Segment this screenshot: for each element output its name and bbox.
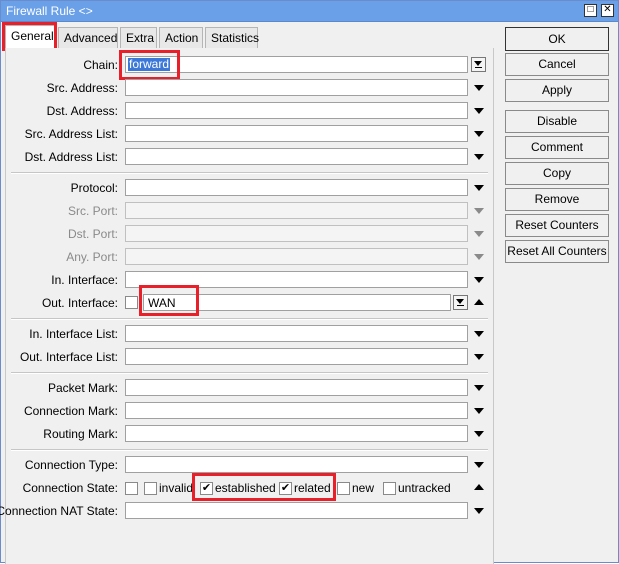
out-interface-dropdown-button[interactable] xyxy=(453,295,468,310)
remove-button[interactable]: Remove xyxy=(505,188,609,211)
protocol-label: Protocol: xyxy=(70,181,118,195)
dst-address-expand-icon[interactable] xyxy=(474,108,484,114)
disable-button[interactable]: Disable xyxy=(505,110,609,133)
cancel-button[interactable]: Cancel xyxy=(505,53,609,76)
src-address-list-expand-icon[interactable] xyxy=(474,131,484,137)
protocol-expand-icon[interactable] xyxy=(474,185,484,191)
highlight-general-tab xyxy=(2,22,57,51)
out-interface-collapse-icon[interactable] xyxy=(474,299,484,305)
connection-nat-state-field[interactable] xyxy=(125,502,468,519)
dst-port-label: Dst. Port: xyxy=(67,227,118,241)
connection-mark-field[interactable] xyxy=(125,402,468,419)
comment-button[interactable]: Comment xyxy=(505,136,609,159)
packet-mark-expand-icon[interactable] xyxy=(474,385,484,391)
out-interface-not-checkbox[interactable] xyxy=(125,296,138,309)
separator xyxy=(11,372,488,374)
connection-type-field[interactable] xyxy=(125,456,468,473)
dst-address-field[interactable] xyxy=(125,102,468,119)
in-interface-list-expand-icon[interactable] xyxy=(474,331,484,337)
routing-mark-expand-icon[interactable] xyxy=(474,431,484,437)
packet-mark-label: Packet Mark: xyxy=(47,381,118,395)
tab-advanced[interactable]: Advanced xyxy=(58,27,118,48)
firewall-rule-window: Firewall Rule <> □ ✕ General Advanced Ex… xyxy=(0,0,619,564)
any-port-field xyxy=(125,248,468,265)
connection-mark-expand-icon[interactable] xyxy=(474,408,484,414)
out-interface-label: Out. Interface: xyxy=(41,296,118,310)
reset-all-counters-button[interactable]: Reset All Counters xyxy=(505,240,609,263)
restore-icon[interactable]: □ xyxy=(584,4,597,17)
packet-mark-field[interactable] xyxy=(125,379,468,396)
tab-action[interactable]: Action xyxy=(159,27,203,48)
highlight-chain xyxy=(119,50,180,80)
window-title: Firewall Rule <> xyxy=(6,4,93,18)
out-interface-list-expand-icon[interactable] xyxy=(474,354,484,360)
new-label: new xyxy=(352,481,375,495)
routing-mark-label: Routing Mark: xyxy=(43,427,118,441)
in-interface-label: In. Interface: xyxy=(51,273,118,287)
copy-button[interactable]: Copy xyxy=(505,162,609,185)
invalid-label: invalid xyxy=(159,481,194,495)
any-port-label: Any. Port: xyxy=(66,250,118,264)
connection-state-collapse-icon[interactable] xyxy=(474,484,484,490)
untracked-checkbox[interactable] xyxy=(383,482,396,495)
src-address-expand-icon[interactable] xyxy=(474,85,484,91)
reset-counters-button[interactable]: Reset Counters xyxy=(505,214,609,237)
connection-nat-state-label: Connection NAT State: xyxy=(0,504,118,518)
dst-port-field xyxy=(125,225,468,242)
src-port-field xyxy=(125,202,468,219)
new-checkbox[interactable] xyxy=(337,482,350,495)
connection-state-not-checkbox[interactable] xyxy=(125,482,138,495)
highlight-out-interface xyxy=(139,285,199,316)
separator xyxy=(11,449,488,451)
out-interface-list-field[interactable] xyxy=(125,348,468,365)
out-interface-list-label: Out. Interface List: xyxy=(19,350,118,364)
title-bar[interactable]: Firewall Rule <> □ ✕ xyxy=(1,1,618,22)
dst-address-list-field[interactable] xyxy=(125,148,468,165)
untracked-label: untracked xyxy=(398,481,451,495)
src-port-label: Src. Port: xyxy=(67,204,118,218)
src-address-list-label: Src. Address List: xyxy=(24,127,118,141)
src-port-expand-icon xyxy=(474,208,484,214)
src-address-label: Src. Address: xyxy=(46,81,118,95)
separator xyxy=(11,172,488,174)
dst-address-label: Dst. Address: xyxy=(46,104,118,118)
protocol-field[interactable] xyxy=(125,179,468,196)
connection-type-expand-icon[interactable] xyxy=(474,462,484,468)
in-interface-expand-icon[interactable] xyxy=(474,277,484,283)
invalid-checkbox[interactable] xyxy=(144,482,157,495)
dst-address-list-expand-icon[interactable] xyxy=(474,154,484,160)
connection-state-label: Connection State: xyxy=(22,481,118,495)
ok-button[interactable]: OK xyxy=(505,27,609,51)
connection-type-label: Connection Type: xyxy=(24,458,118,472)
apply-button[interactable]: Apply xyxy=(505,79,609,102)
any-port-expand-icon xyxy=(474,254,484,260)
chevron-down-icon xyxy=(456,299,464,304)
highlight-connection-state xyxy=(192,473,336,501)
chain-dropdown-button[interactable] xyxy=(471,57,486,72)
connection-nat-state-expand-icon[interactable] xyxy=(474,508,484,514)
chain-label: Chain: xyxy=(83,58,118,72)
in-interface-list-field[interactable] xyxy=(125,325,468,342)
dst-address-list-label: Dst. Address List: xyxy=(24,150,118,164)
routing-mark-field[interactable] xyxy=(125,425,468,442)
chevron-down-icon xyxy=(474,61,482,66)
dst-port-expand-icon xyxy=(474,231,484,237)
src-address-field[interactable] xyxy=(125,79,468,96)
tab-extra[interactable]: Extra xyxy=(120,27,157,48)
tab-statistics[interactable]: Statistics xyxy=(205,27,259,48)
connection-mark-label: Connection Mark: xyxy=(23,404,118,418)
src-address-list-field[interactable] xyxy=(125,125,468,142)
close-icon[interactable]: ✕ xyxy=(601,4,614,17)
separator xyxy=(11,318,488,320)
in-interface-list-label: In. Interface List: xyxy=(29,327,118,341)
